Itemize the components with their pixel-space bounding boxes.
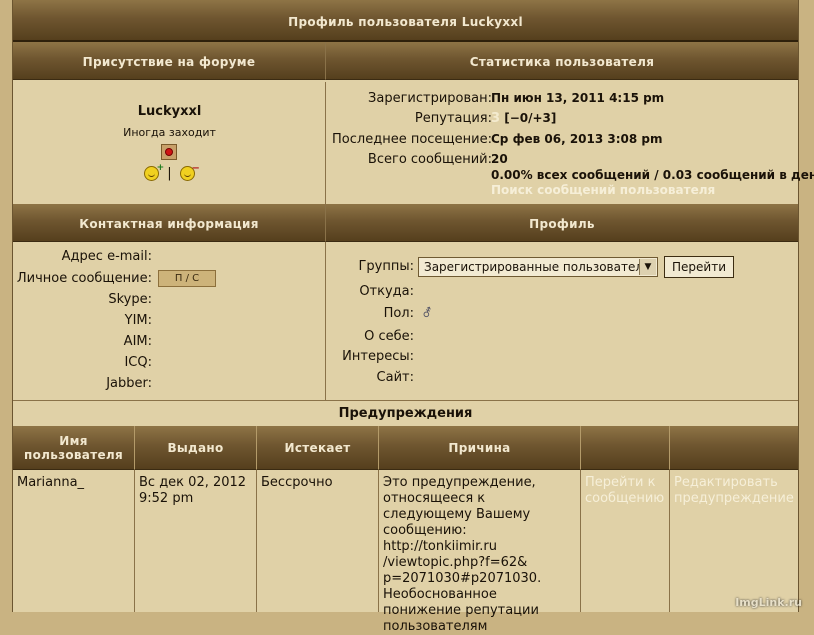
col-header-reason: Причина xyxy=(379,426,581,470)
watermark: ImgLink.ru xyxy=(735,596,802,609)
profile-frame: Профиль пользователя Luckyxxl Присутстви… xyxy=(12,0,814,634)
groups-select-value: Зарегистрированные пользователи xyxy=(424,260,651,274)
presence-panel: Luckyxxl Иногда заходит + | − xyxy=(13,82,326,204)
edit-warning-link[interactable]: Редактировать предупреждение xyxy=(670,470,798,612)
email-label: Адрес e-mail: xyxy=(61,249,152,264)
goto-post-link[interactable]: Перейти к сообщению xyxy=(581,470,670,612)
warning-issued: Вс дек 02, 2012 9:52 pm xyxy=(135,470,257,612)
groups-label: Группы: xyxy=(358,259,414,274)
section-header-row-1: Присутствие на форуме Статистика пользов… xyxy=(13,42,798,82)
icq-label: ICQ: xyxy=(124,355,152,370)
warning-expires: Бессрочно xyxy=(257,470,379,612)
go-button[interactable]: Перейти xyxy=(664,256,734,278)
col-header-user: Имя пользователя xyxy=(13,426,135,470)
pm-button[interactable]: П / С xyxy=(158,270,216,287)
presence-stats-panel: Luckyxxl Иногда заходит + | − Зарегистри… xyxy=(13,82,814,204)
contact-profile-panel: Адрес e-mail: Личное сообщение: П / С Sk… xyxy=(13,242,798,400)
groups-select[interactable]: Зарегистрированные пользователи ▼ xyxy=(418,257,658,277)
reputation-plus-icon[interactable]: + xyxy=(144,164,164,181)
stats-panel: Зарегистрирован: Пн июн 13, 2011 4:15 pm… xyxy=(326,82,814,204)
user-status: Иногда заходит xyxy=(123,126,216,139)
col-header-expires: Истекает xyxy=(257,426,379,470)
presence-header: Присутствие на форуме xyxy=(13,42,326,80)
last-visit-value: Ср фев 06, 2013 3:08 pm xyxy=(491,132,663,146)
pm-label: Личное сообщение: xyxy=(16,271,152,286)
col-header-issued: Выдано xyxy=(135,426,257,470)
registered-label: Зарегистрирован: xyxy=(368,91,492,106)
site-label: Сайт: xyxy=(376,370,414,385)
contact-header: Контактная информация xyxy=(13,204,326,242)
posts-label: Всего сообщений: xyxy=(367,152,492,167)
aim-label: AIM: xyxy=(123,334,152,349)
last-visit-label: Последнее посещение: xyxy=(332,132,492,147)
posts-value: 20 xyxy=(491,152,508,166)
search-posts-link[interactable]: Поиск сообщений пользователя xyxy=(491,183,715,197)
col-header-goto xyxy=(581,426,670,470)
username: Luckyxxl xyxy=(137,104,202,119)
reputation-minus-icon[interactable]: − xyxy=(179,164,200,181)
posts-detail: 0.00% всех сообщений / 0.03 сообщений в … xyxy=(491,168,814,182)
interests-label: Интересы: xyxy=(342,349,414,364)
reputation-vote: + | − xyxy=(13,164,326,181)
online-status-icon xyxy=(161,144,177,160)
yim-label: YIM: xyxy=(124,313,152,328)
col-header-edit xyxy=(670,426,798,470)
skype-label: Skype: xyxy=(108,292,152,307)
chevron-down-icon[interactable]: ▼ xyxy=(639,259,656,275)
section-header-row-2: Контактная информация Профиль xyxy=(13,204,798,242)
warning-user[interactable]: Marianna_ xyxy=(13,470,135,612)
reputation-value: 3 xyxy=(491,111,501,126)
page-title: Профиль пользователя Luckyxxl xyxy=(13,0,798,42)
reputation-label: Репутация: xyxy=(414,111,492,126)
from-label: Откуда: xyxy=(359,284,414,299)
contact-panel: Адрес e-mail: Личное сообщение: П / С Sk… xyxy=(13,242,326,400)
about-label: О себе: xyxy=(364,329,414,344)
profile-panel: Группы: Зарегистрированные пользователи … xyxy=(326,242,798,400)
gender-label: Пол: xyxy=(383,306,414,321)
jabber-label: Jabber: xyxy=(106,376,152,391)
rep-separator: | xyxy=(167,166,172,181)
warning-reason: Это предупреждение, относящееся к следую… xyxy=(379,470,581,634)
reputation-detail: [−0/+3] xyxy=(504,111,557,125)
warnings-title: Предупреждения xyxy=(13,400,798,428)
gender-icon: ⚦ xyxy=(422,306,433,320)
stats-header: Статистика пользователя xyxy=(326,42,798,80)
profile-header: Профиль xyxy=(326,204,798,242)
registered-value: Пн июн 13, 2011 4:15 pm xyxy=(491,91,665,105)
